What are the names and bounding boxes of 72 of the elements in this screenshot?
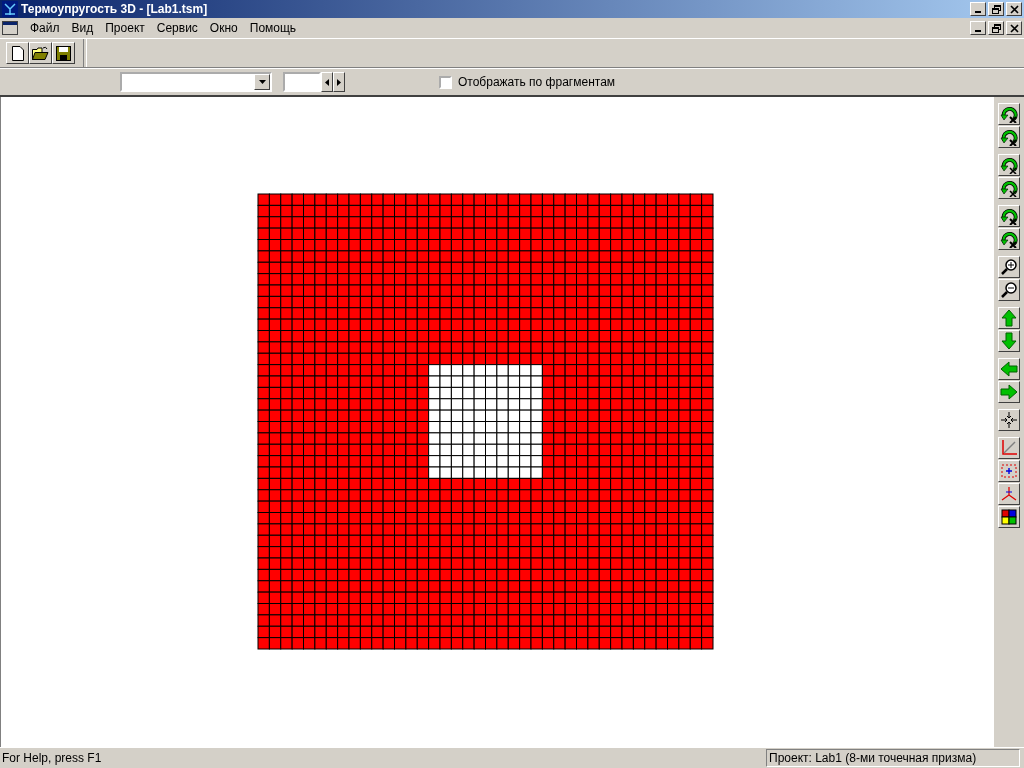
menu-item[interactable]: Окно — [203, 19, 244, 37]
rotate-arrow-icon — [1000, 156, 1018, 174]
color-squares-icon — [1000, 508, 1018, 526]
close-button[interactable] — [1006, 2, 1022, 16]
rotate-arrow-icon — [1000, 230, 1018, 248]
next-button[interactable] — [333, 72, 345, 92]
menu-item[interactable]: Сервис — [150, 19, 204, 37]
blank-page-icon — [11, 45, 24, 61]
arrows-inward-icon — [1000, 411, 1018, 429]
restore-icon — [991, 4, 1001, 14]
tool-button[interactable] — [998, 154, 1020, 176]
tool-button[interactable] — [998, 307, 1020, 329]
window-title: Термоупругость 3D - [Lab1.tsm] — [21, 2, 209, 16]
tool-button[interactable] — [998, 483, 1020, 505]
tool-button[interactable] — [998, 358, 1020, 380]
rotate-arrow-icon — [1000, 207, 1018, 225]
close-icon — [1009, 23, 1019, 33]
minimize-button[interactable] — [970, 2, 986, 16]
tool-button[interactable] — [998, 460, 1020, 482]
app-icon — [2, 1, 18, 17]
rotate-arrow-icon — [1000, 179, 1018, 197]
dropdown-field[interactable] — [120, 72, 272, 92]
tool-button[interactable] — [998, 103, 1020, 125]
arrow-left-icon — [1000, 360, 1018, 378]
menu-item[interactable]: Вид — [65, 19, 100, 37]
zoom-in-icon — [1000, 258, 1018, 276]
close-button[interactable] — [1006, 21, 1022, 35]
caret-left-icon — [325, 78, 329, 86]
rotate-arrow-icon — [1000, 128, 1018, 146]
dashed-frame-icon — [1000, 462, 1018, 480]
restore-icon — [991, 23, 1001, 33]
status-project: Проект: Lab1 (8-ми точечная призма) — [766, 749, 1020, 767]
minimize-icon — [975, 30, 981, 32]
folder-icon — [32, 46, 49, 60]
dropdown-arrow-button[interactable] — [254, 74, 270, 90]
checkbox[interactable] — [439, 75, 452, 89]
tool-button[interactable] — [998, 126, 1020, 148]
caret-down-icon — [258, 80, 266, 84]
open-button[interactable] — [29, 42, 52, 64]
menu-item[interactable]: Проект — [99, 19, 151, 37]
minimize-button[interactable] — [970, 21, 986, 35]
previous-button[interactable] — [321, 72, 333, 92]
3d-axes-icon — [1000, 485, 1018, 503]
menu-item[interactable]: Помощь — [243, 19, 303, 37]
rotate-arrow-icon — [1000, 105, 1018, 123]
restore-button[interactable] — [988, 21, 1004, 35]
tool-button[interactable] — [998, 228, 1020, 250]
tool-button[interactable] — [998, 381, 1020, 403]
minimize-icon — [975, 11, 981, 13]
tool-button[interactable] — [998, 409, 1020, 431]
tool-button[interactable] — [998, 279, 1020, 301]
arrow-right-icon — [1000, 383, 1018, 401]
zoom-out-icon — [1000, 281, 1018, 299]
new-file-button[interactable] — [6, 42, 29, 64]
status-text: For Help, press F1 — [1, 751, 103, 765]
menu-item[interactable]: Файл — [24, 19, 66, 37]
restore-button[interactable] — [988, 2, 1004, 16]
tool-button[interactable] — [998, 256, 1020, 278]
arrow-down-icon — [1000, 332, 1018, 350]
close-icon — [1009, 4, 1019, 14]
checkbox-label[interactable]: Отображать по фрагментам — [458, 75, 616, 89]
number-field[interactable] — [283, 72, 321, 92]
document-icon[interactable] — [2, 21, 18, 35]
save-button[interactable] — [52, 42, 75, 64]
arrow-up-icon — [1000, 309, 1018, 327]
tool-button[interactable] — [998, 437, 1020, 459]
tool-button[interactable] — [998, 506, 1020, 528]
tool-button[interactable] — [998, 177, 1020, 199]
tool-button[interactable] — [998, 330, 1020, 352]
tool-button[interactable] — [998, 205, 1020, 227]
caret-right-icon — [337, 78, 341, 86]
axes-icon — [1000, 439, 1018, 457]
